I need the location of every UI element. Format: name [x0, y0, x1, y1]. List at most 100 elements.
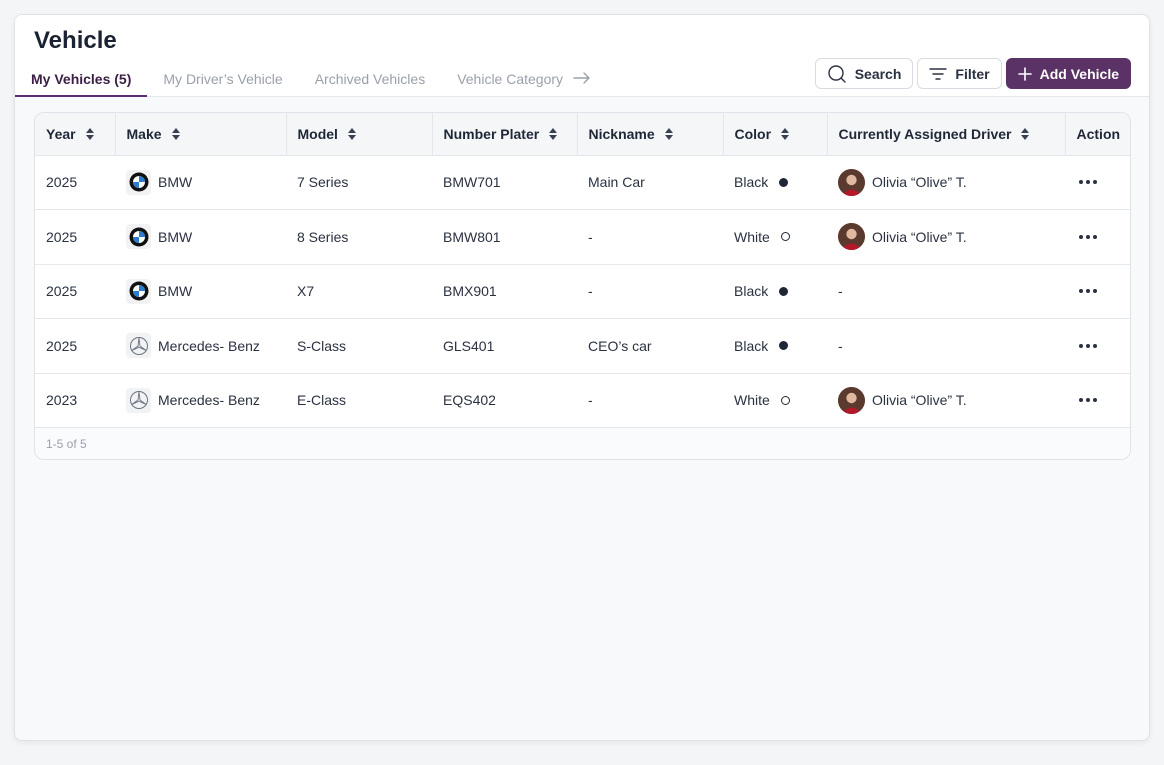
filter-button-label: Filter — [955, 65, 990, 82]
table-row[interactable]: 2025 BMW 8 Series BMW801 - White Olivia … — [35, 209, 1130, 265]
cell-plate: BMW801 — [432, 209, 577, 265]
plate-value: EQS402 — [443, 392, 496, 409]
mercedes-logo-icon — [126, 333, 151, 359]
column-header-nickname[interactable]: Nickname — [577, 113, 724, 156]
column-label: Action — [1076, 125, 1121, 142]
table-row[interactable]: 2025 BMW X7 BMX901 - Black - — [35, 264, 1130, 319]
driver-name: Olivia “Olive” T. — [872, 228, 967, 245]
nickname-value: Main Car — [588, 174, 645, 191]
nickname-value: - — [588, 228, 593, 245]
sort-icon[interactable] — [549, 127, 558, 140]
color-value: Black — [734, 337, 769, 354]
filter-button[interactable]: Filter — [917, 58, 1002, 89]
column-label: Number Plater — [443, 125, 540, 142]
column-header-model[interactable]: Model — [286, 113, 433, 156]
year-value: 2025 — [46, 228, 78, 245]
nickname-value: - — [588, 392, 593, 409]
add-vehicle-button[interactable]: Add Vehicle — [1005, 58, 1131, 89]
search-button[interactable]: Search — [814, 58, 914, 89]
search-button-label: Search — [854, 65, 902, 82]
nickname-value: - — [588, 283, 593, 300]
cell-driver: Olivia “Olive” T. — [827, 155, 1065, 210]
cell-year: 2025 — [35, 209, 115, 265]
model-value: 8 Series — [297, 228, 349, 245]
cell-nickname: Main Car — [577, 155, 723, 210]
sort-icon[interactable] — [1021, 127, 1030, 140]
color-value: White — [734, 392, 770, 409]
vehicles-table: Year Make Model Number Plater Nickname C… — [34, 112, 1131, 460]
sort-icon[interactable] — [664, 127, 673, 140]
cell-action — [1065, 318, 1130, 374]
color-swatch-icon — [779, 177, 789, 187]
column-header-driver[interactable]: Currently Assigned Driver — [827, 113, 1066, 156]
column-header-number-plater[interactable]: Number Plater — [432, 113, 578, 156]
tab-my-drivers-vehicle[interactable]: My Driver’s Vehicle — [147, 67, 298, 97]
cell-model: S-Class — [286, 318, 432, 374]
plate-value: BMW801 — [443, 228, 501, 245]
column-label: Make — [126, 125, 162, 142]
plate-value: BMW701 — [443, 174, 501, 191]
tab-archived-vehicles[interactable]: Archived Vehicles — [299, 67, 442, 97]
sort-icon[interactable] — [171, 127, 180, 140]
column-header-make[interactable]: Make — [115, 113, 287, 156]
cell-color: Black — [723, 155, 827, 210]
more-options-icon[interactable] — [1076, 398, 1121, 403]
nickname-value: CEO’s car — [588, 337, 652, 354]
make-value: Mercedes- Benz — [158, 337, 260, 354]
driver-name: - — [838, 337, 843, 354]
tab-vehicle-category[interactable]: Vehicle Category — [441, 67, 607, 97]
pagination-summary: 1-5 of 5 — [35, 427, 1130, 459]
sort-icon[interactable] — [85, 127, 94, 140]
table-row[interactable]: 2023 Mercedes- Benz E-Class EQS402 - Whi… — [35, 373, 1130, 428]
bmw-logo-icon — [126, 224, 151, 250]
tab-bar: My Vehicles (5) My Driver’s Vehicle Arch… — [15, 67, 607, 97]
bmw-logo-icon — [126, 278, 151, 304]
model-value: 7 Series — [297, 174, 349, 191]
add-vehicle-label: Add Vehicle — [1039, 65, 1119, 82]
model-value: X7 — [297, 283, 315, 300]
model-value: E-Class — [297, 392, 347, 409]
more-options-icon[interactable] — [1076, 180, 1121, 185]
cell-action — [1065, 264, 1130, 319]
cell-action — [1065, 373, 1130, 428]
year-value: 2023 — [46, 392, 78, 409]
color-value: White — [734, 228, 770, 245]
table-row[interactable]: 2025 Mercedes- Benz S-Class GLS401 CEO’s… — [35, 318, 1130, 374]
make-value: BMW — [158, 228, 193, 245]
cell-nickname: - — [577, 209, 723, 265]
table-row[interactable]: 2025 BMW 7 Series BMW701 Main Car Black … — [35, 155, 1130, 210]
sort-icon[interactable] — [781, 127, 790, 140]
more-options-icon[interactable] — [1076, 289, 1121, 294]
more-options-icon[interactable] — [1076, 234, 1121, 239]
column-header-year[interactable]: Year — [35, 113, 116, 156]
make-value: BMW — [158, 174, 193, 191]
color-value: Black — [734, 174, 769, 191]
column-header-color[interactable]: Color — [723, 113, 828, 156]
column-label: Currently Assigned Driver — [838, 125, 1012, 142]
filter-icon — [929, 67, 948, 80]
cell-plate: BMX901 — [432, 264, 577, 319]
column-label: Nickname — [588, 125, 655, 142]
avatar — [838, 168, 865, 196]
cell-driver: - — [827, 264, 1065, 319]
cell-color: Black — [723, 318, 827, 374]
color-swatch-icon — [779, 341, 789, 351]
driver-name: - — [838, 283, 843, 300]
cell-driver: - — [827, 318, 1065, 374]
more-options-icon[interactable] — [1076, 343, 1121, 348]
plus-icon — [1017, 66, 1032, 81]
cell-color: White — [723, 209, 827, 265]
tab-label: Vehicle Category — [457, 71, 564, 87]
cell-year: 2025 — [35, 318, 115, 374]
column-header-action: Action — [1065, 113, 1130, 156]
mercedes-logo-icon — [126, 387, 151, 413]
cell-make: BMW — [115, 264, 286, 319]
cell-action — [1065, 155, 1130, 210]
cell-color: Black — [723, 264, 827, 319]
sort-icon[interactable] — [347, 127, 356, 140]
tab-label: My Driver’s Vehicle — [163, 71, 283, 87]
tab-my-vehicles[interactable]: My Vehicles (5) — [15, 67, 148, 97]
driver-name: Olivia “Olive” T. — [872, 174, 967, 191]
bmw-logo-icon — [126, 169, 151, 195]
cell-year: 2023 — [35, 373, 115, 428]
